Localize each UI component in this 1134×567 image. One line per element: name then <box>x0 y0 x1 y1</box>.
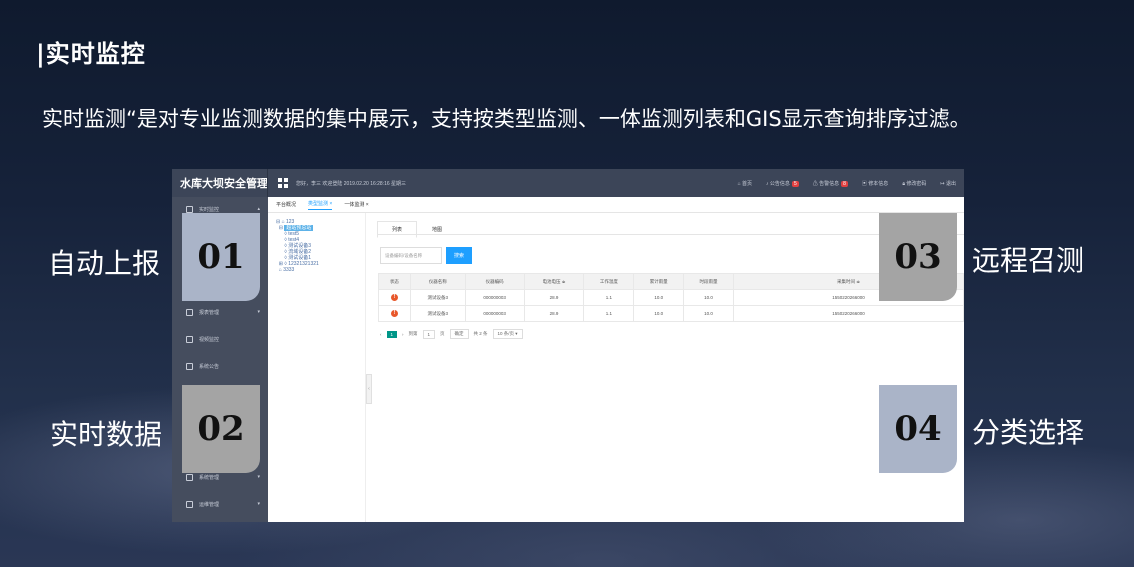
prev-page-button[interactable]: ‹ <box>380 332 382 337</box>
slide-title: |实时监控 <box>36 40 146 68</box>
menu-grid-icon[interactable] <box>278 178 288 188</box>
collapse-tree-button[interactable]: ‹ <box>366 374 372 404</box>
column-header[interactable]: 电池电压 ≑ <box>523 273 585 290</box>
tab-integrated-monitor[interactable]: 一体监测 × <box>344 201 368 208</box>
column-header: 仪器编码 <box>464 273 525 290</box>
app-topbar: 水库大坝安全管理系统 您好，李三 欢迎登陆 2019.02.20 16:28:1… <box>172 169 964 197</box>
device-table: 状态 仪器名称 仪器编码 电池电压 ≑ 工作温度 累计雨量 时段雨量 采集时间 … <box>378 273 964 322</box>
welcome-text: 您好，李三 欢迎登陆 2019.02.20 16:28:16 星期三 <box>296 180 407 187</box>
nav-password[interactable]: 🔒︎ 修改密码 <box>902 180 926 187</box>
total-count: 共 2 条 <box>473 331 488 336</box>
page-current[interactable]: 1 <box>386 330 398 338</box>
subtab-list[interactable]: 列表 <box>377 221 418 238</box>
next-page-button[interactable]: › <box>402 332 404 337</box>
app-screenshot: 水库大坝安全管理系统 您好，李三 欢迎登陆 2019.02.20 16:28:1… <box>172 169 964 522</box>
sidebar-item-notices[interactable]: 系统公告 <box>172 356 268 376</box>
notice-count-badge: 5 <box>791 180 799 187</box>
nav-info[interactable]: ▣ 修本信息 <box>862 180 888 187</box>
goto-label: 到第 <box>408 331 418 336</box>
view-subtabs: 列表 地图 <box>377 221 457 238</box>
feature-label-auto-report: 自动上报 <box>48 247 161 280</box>
notice-icon <box>186 362 193 370</box>
sidebar-item-ops[interactable]: 运维管理 ▾ <box>172 494 268 514</box>
building-icon <box>186 335 193 343</box>
column-header: 累计雨量 <box>633 273 685 290</box>
nav-logout[interactable]: ↦ 退出 <box>940 180 956 187</box>
tab-overview[interactable]: 平台概况 <box>276 201 296 208</box>
feature-label-realtime-data: 实时数据 <box>50 418 163 451</box>
feature-label-remote-call: 远程召测 <box>972 244 1085 277</box>
table-row[interactable]: ! 测试设备3 000000003 28.9 1.1 10.0 10.0 155… <box>378 289 964 306</box>
column-header: 仪器名称 <box>409 273 466 290</box>
alert-count-badge: 8 <box>841 180 848 187</box>
nav-home[interactable]: ⌂ 首页 <box>738 180 752 187</box>
device-tree: ⊟ ⌂ 123 ⊟ 超站预总站 ◊ test5 ◊ test4 ◊ 测试设备3 … <box>268 213 366 522</box>
badge-03: 03 <box>879 213 957 301</box>
pagination: ‹ 1 › 到第 1 页 确定 共 2 条 10 条/页 ▾ <box>380 329 523 339</box>
gear-icon <box>186 500 193 508</box>
column-header: 工作温度 <box>583 273 635 290</box>
warning-icon: ! <box>390 294 398 301</box>
monitor-icon <box>186 205 193 213</box>
search-input[interactable]: 设备编码/设备名称 <box>380 247 442 264</box>
tree-node[interactable]: ⌂ 3333 <box>276 267 365 273</box>
subtab-map[interactable]: 地图 <box>417 221 457 238</box>
search-button[interactable]: 搜索 <box>446 247 472 264</box>
settings-icon <box>186 473 193 481</box>
page-tabs: 平台概况 类型监测 × 一体监测 × <box>268 197 964 213</box>
tab-type-monitor[interactable]: 类型监测 × <box>308 200 333 210</box>
badge-02: 02 <box>182 385 260 473</box>
table-row[interactable]: ! 测试设备3 000000003 28.9 1.1 10.0 10.0 155… <box>378 305 964 322</box>
nav-notices[interactable]: ♪ 公告信息 5 <box>766 180 799 187</box>
page-input[interactable]: 1 <box>422 329 436 339</box>
sidebar-item-reports[interactable]: 报表管理 ▾ <box>172 302 268 322</box>
nav-alerts[interactable]: ⚠ 告警信息 8 <box>813 180 848 187</box>
badge-01: 01 <box>182 213 260 301</box>
column-header: 时段雨量 <box>683 273 734 290</box>
sidebar-item-video[interactable]: 视频监控 <box>172 329 268 349</box>
top-nav: ⌂ 首页 ♪ 公告信息 5 ⚠ 告警信息 8 ▣ 修本信息 🔒︎ 修改密码 ↦ 退出 <box>738 180 964 187</box>
app-brand: 水库大坝安全管理系统 <box>172 169 268 197</box>
slide-subtitle: 实时监测“是对专业监测数据的集中展示，支持按类型监测、一体监测列表和GIS显示查… <box>42 107 971 131</box>
column-header: 状态 <box>378 273 411 290</box>
warning-icon: ! <box>390 310 398 317</box>
chart-icon <box>186 308 193 316</box>
per-page-select[interactable]: 10 条/页 ▾ <box>492 329 523 339</box>
confirm-button[interactable]: 确定 <box>449 329 469 339</box>
badge-04: 04 <box>879 385 957 473</box>
feature-label-category-select: 分类选择 <box>972 416 1085 449</box>
divider <box>377 234 964 235</box>
page-unit: 页 <box>440 331 445 336</box>
